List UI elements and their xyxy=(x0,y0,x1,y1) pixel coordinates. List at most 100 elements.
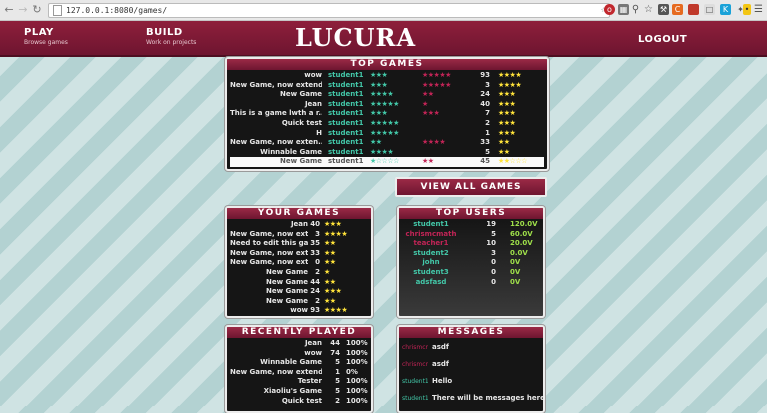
k-ext-icon[interactable]: K xyxy=(720,4,731,15)
user-row[interactable]: student2 3 0.0V xyxy=(402,249,540,259)
play-count: 7 xyxy=(485,109,490,118)
your-game-row[interactable]: New Game, now exten... 3 ★★★★ xyxy=(230,230,368,240)
play-count: 44 xyxy=(330,339,340,347)
game-row[interactable]: New Game, now extend... student1 ★★★ ★★★★★ 3… xyxy=(230,81,544,91)
game-name: New Game xyxy=(279,90,322,99)
message-row[interactable]: chrismcmath: asdf xyxy=(402,356,540,373)
user-row[interactable]: student1 19 120.0V xyxy=(402,220,540,230)
game-name: Quick test xyxy=(281,118,322,127)
yellow-rating-stars: ★★★ xyxy=(498,109,516,118)
play-count: 40 xyxy=(310,220,320,228)
square-ext-icon[interactable]: □ xyxy=(704,4,715,15)
game-row[interactable]: Jean student1 ★★★★★ ★ 40 ★★★ xyxy=(230,100,544,110)
user-row[interactable]: student3 0 0V xyxy=(402,268,540,278)
rating-stars: ★★ xyxy=(324,248,336,257)
game-name: New Game xyxy=(265,267,308,276)
game-row[interactable]: Hstudent1 ★★★★★ 1 ★★★ xyxy=(230,129,544,139)
game-author: student1 xyxy=(328,138,364,147)
play-nav[interactable]: PLAY Browse games xyxy=(24,27,68,46)
back-icon[interactable]: ← xyxy=(2,3,16,16)
yellow-ext-icon[interactable]: • xyxy=(743,4,751,15)
message-row[interactable]: student1: There will be messages here xyxy=(402,390,543,407)
user-row[interactable]: john 0 0V xyxy=(402,258,540,268)
message-row[interactable]: student1: Hello xyxy=(402,373,540,390)
user-count: 3 xyxy=(491,248,496,257)
game-name: New Game, now extend... xyxy=(230,80,322,89)
your-game-row[interactable]: Need to edit this game35 ★★ xyxy=(230,239,368,249)
game-row[interactable]: wow student1 ★★★ ★★★★★ 93 ★★★★ xyxy=(230,71,544,81)
yellow-rating-stars: ★★☆☆☆ xyxy=(498,157,527,166)
c-ext-icon[interactable]: C xyxy=(672,4,683,15)
recent-row[interactable]: Jean 44 100% xyxy=(230,339,368,349)
top-users-list: student1 19 120.0V chrismcmath 5 60.0V teacher… xyxy=(399,219,543,288)
your-game-row[interactable]: Jean 40 ★★★ xyxy=(230,220,368,230)
your-game-row[interactable]: New Game 44 ★★ xyxy=(230,278,368,288)
play-count: 33 xyxy=(310,248,320,257)
game-author: student1 xyxy=(328,90,364,99)
recent-row[interactable]: Quick test 2 100% xyxy=(230,397,368,407)
your-game-row[interactable]: New Game, now exten... 0 ★★ xyxy=(230,258,368,268)
recent-row[interactable]: wow 74 100% xyxy=(230,349,368,359)
extension-icon[interactable]: ▦ xyxy=(618,4,629,15)
your-game-row[interactable]: wow 93 ★★★★ xyxy=(230,306,368,316)
game-row[interactable]: New Game student1 ★☆☆☆☆ ★★ 45 ★★☆☆☆ xyxy=(230,157,544,167)
view-all-games-button[interactable]: VIEW ALL GAMES xyxy=(395,177,547,197)
zoom-icon[interactable]: ⚲ xyxy=(630,4,641,15)
address-bar[interactable]: 127.0.0.1:8080/games/ ☆ xyxy=(48,3,610,18)
recent-row[interactable]: Tester 5 100% xyxy=(230,377,368,387)
your-game-row[interactable]: New Game 2 ★ xyxy=(230,268,368,278)
reload-icon[interactable]: ↻ xyxy=(30,3,44,16)
red-rating-stars: ★★★ xyxy=(422,109,440,118)
your-game-row[interactable]: New Game, now exten...33 ★★ xyxy=(230,249,368,259)
green-rating-stars: ★★★★ xyxy=(370,147,394,156)
forward-icon[interactable]: → xyxy=(16,3,30,16)
user-row[interactable]: chrismcmath 5 60.0V xyxy=(402,230,540,240)
red-ext-icon[interactable] xyxy=(688,4,699,15)
logout-link[interactable]: LOGOUT xyxy=(638,34,687,45)
play-count: 35 xyxy=(310,239,320,248)
user-row[interactable]: adsfasd 0 0V xyxy=(402,278,540,288)
recent-row[interactable]: New Game, now extended wi... 1 0% xyxy=(230,368,368,378)
play-count: 93 xyxy=(310,306,320,315)
rating-stars: ★★ xyxy=(324,239,336,248)
game-row[interactable]: This is a game lwth a r... student1 ★★★ ★★★… xyxy=(230,109,544,119)
game-row[interactable]: New Game, now exten... student1 ★★ ★★★★ 33 ★★ xyxy=(230,138,544,148)
your-games-title: YOUR GAMES xyxy=(227,208,371,219)
play-count: 5 xyxy=(335,377,340,386)
user-count: 5 xyxy=(491,229,496,238)
recently-played-panel: RECENTLY PLAYED Jean 44 100% wow 74 100% Winna… xyxy=(225,325,373,413)
recent-row[interactable]: Winnable Game 5 100% xyxy=(230,358,368,368)
messages-panel: MESSAGES chrismcmath: asdf chrismcmath: asd… xyxy=(397,325,545,413)
completion-pct: 100% xyxy=(346,358,368,367)
tool-icon[interactable]: ⚒ xyxy=(658,4,669,15)
game-author: student1 xyxy=(328,99,364,108)
user-row[interactable]: teacher1 10 20.0V xyxy=(402,239,540,249)
user-count: 0 xyxy=(491,258,496,267)
site-logo[interactable]: LUCURA xyxy=(295,23,415,52)
play-count: 45 xyxy=(480,157,490,166)
game-row[interactable]: New Game student1 ★★★★ ★★ 24 ★★★ xyxy=(230,90,544,100)
opera-icon[interactable]: o xyxy=(604,4,615,15)
play-label: PLAY xyxy=(24,27,54,38)
user-xp: 0V xyxy=(510,258,521,267)
game-author: student1 xyxy=(328,71,364,79)
completion-pct: 100% xyxy=(346,377,368,386)
play-count: 2 xyxy=(485,118,490,127)
game-name: Tester xyxy=(297,377,322,386)
user-count: 0 xyxy=(491,267,496,276)
user-xp: 20.0V xyxy=(510,239,533,248)
red-rating-stars: ★★ xyxy=(422,157,434,166)
completion-pct: 100% xyxy=(346,386,368,395)
recent-row[interactable]: Xiaoliu's Game 5 100% xyxy=(230,387,368,397)
game-name: Jean xyxy=(290,220,308,228)
message-row[interactable]: chrismcmath: asdf xyxy=(402,339,540,356)
green-rating-stars: ★★★★★ xyxy=(370,128,399,137)
game-row[interactable]: Winnable Game student1 ★★★★ 5 ★★ xyxy=(230,148,544,158)
menu-icon[interactable]: ☰ xyxy=(753,4,764,15)
your-game-row[interactable]: New Game 2 ★★ xyxy=(230,297,368,307)
star-ext-icon[interactable]: ☆ xyxy=(643,4,654,15)
your-game-row[interactable]: New Game 24 ★★★ xyxy=(230,287,368,297)
play-count: 2 xyxy=(335,396,340,405)
game-row[interactable]: Quick test student1 ★★★★★ 2 ★★★ xyxy=(230,119,544,129)
build-nav[interactable]: BUILD Work on projects xyxy=(146,27,196,46)
